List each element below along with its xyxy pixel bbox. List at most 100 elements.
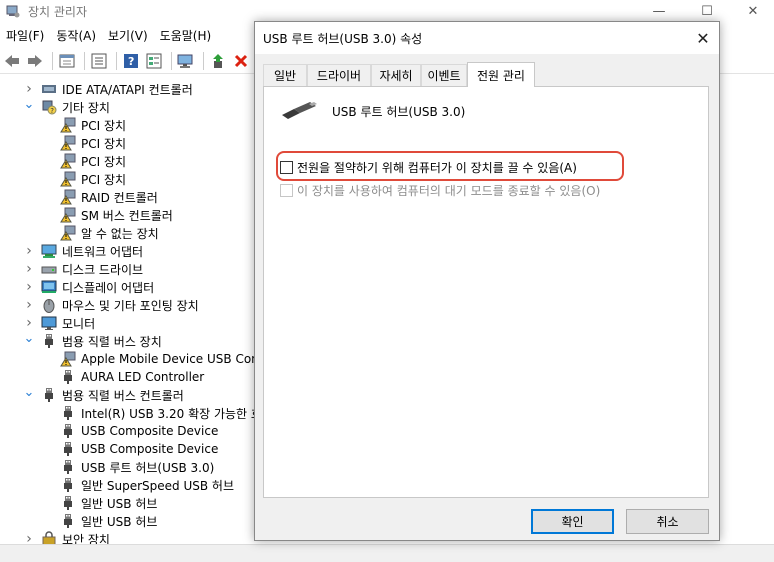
chevron-down-icon[interactable]: ⌄ — [24, 385, 35, 400]
update-driver-icon[interactable] — [208, 51, 228, 71]
svg-text:?: ? — [50, 107, 54, 115]
tree-item-label: IDE ATA/ATAPI 컨트롤러 — [62, 82, 193, 97]
allow-power-off-option[interactable]: 전원을 절약하기 위해 컴퓨터가 이 장치를 끌 수 있음(A) — [280, 159, 577, 176]
tree-item[interactable]: AURA LED Controller — [60, 368, 204, 386]
dialog-title: USB 루트 허브(USB 3.0) 속성 — [263, 31, 423, 46]
allow-wake-checkbox — [280, 184, 293, 197]
tree-item[interactable]: PCI 장치 — [60, 134, 126, 152]
toolbar-divider — [116, 51, 117, 70]
ok-button[interactable]: 확인 — [531, 509, 614, 534]
tree-item[interactable]: Apple Mobile Device USB Comp — [60, 350, 270, 368]
help-icon[interactable]: ? — [121, 51, 141, 71]
tree-item-label: Intel(R) USB 3.20 확장 가능한 호 — [81, 406, 262, 421]
power-management-panel: USB 루트 허브(USB 3.0) 전원을 절약하기 위해 컴퓨터가 이 장치… — [263, 86, 709, 498]
tree-item[interactable]: 디스플레이 어댑터 — [41, 278, 154, 296]
tree-item[interactable]: USB Composite Device — [60, 440, 218, 458]
warning-device-icon — [60, 171, 76, 187]
ide-controller-icon — [41, 81, 57, 97]
tree-item-label: 일반 USB 허브 — [81, 514, 158, 529]
tab-general[interactable]: 일반 — [263, 64, 307, 86]
tree-item-label: 마우스 및 기타 포인팅 장치 — [62, 298, 199, 313]
tree-item[interactable]: 네트워크 어댑터 — [41, 242, 143, 260]
list-icon[interactable] — [89, 51, 109, 71]
menu-file[interactable]: 파일(F) — [0, 27, 50, 44]
tab-driver[interactable]: 드라이버 — [307, 64, 371, 86]
chevron-down-icon[interactable]: ⌄ — [24, 97, 35, 112]
tab-power-management[interactable]: 전원 관리 — [467, 62, 535, 87]
tree-item[interactable]: RAID 컨트롤러 — [60, 188, 158, 206]
chevron-down-icon[interactable]: ⌄ — [24, 331, 35, 346]
title-bar: 장치 관리자 — ☐ ✕ — [0, 0, 774, 22]
tree-item-label: 디스크 드라이브 — [62, 262, 144, 277]
tree-item-label: PCI 장치 — [81, 172, 127, 187]
usb-plug-icon — [60, 459, 76, 475]
tree-item-label: PCI 장치 — [81, 154, 127, 169]
monitor-icon — [41, 315, 57, 331]
warning-device-icon — [60, 225, 76, 241]
chevron-right-icon[interactable]: › — [24, 279, 34, 295]
tree-item[interactable]: 보안 장치 — [41, 530, 110, 544]
back-arrow-icon[interactable] — [2, 51, 22, 71]
tree-item[interactable]: 범용 직렬 버스 장치 — [41, 332, 162, 350]
allow-wake-label: 이 장치를 사용하여 컴퓨터의 대기 모드를 종료할 수 있음(O) — [297, 184, 601, 198]
tree-item[interactable]: PCI 장치 — [60, 152, 126, 170]
tree-item[interactable]: 일반 USB 허브 — [60, 512, 157, 530]
tree-item[interactable]: ? 기타 장치 — [41, 98, 110, 116]
menu-action[interactable]: 동작(A) — [50, 27, 102, 44]
tree-item[interactable]: PCI 장치 — [60, 116, 126, 134]
tree-item-label: 일반 SuperSpeed USB 허브 — [81, 478, 235, 493]
tree-item-label: PCI 장치 — [81, 118, 127, 133]
chevron-right-icon[interactable]: › — [24, 297, 34, 313]
dialog-title-bar: USB 루트 허브(USB 3.0) 속성 — [255, 22, 719, 54]
tree-item-label: 디스플레이 어댑터 — [62, 280, 155, 295]
warning-device-icon — [60, 351, 76, 367]
tree-item[interactable]: 디스크 드라이브 — [41, 260, 143, 278]
chevron-right-icon[interactable]: › — [24, 243, 34, 259]
network-adapter-icon — [41, 243, 57, 259]
tree-item[interactable]: 모니터 — [41, 314, 95, 332]
tree-item[interactable]: USB Composite Device — [60, 422, 218, 440]
chevron-right-icon[interactable]: › — [24, 315, 34, 331]
properties-icon[interactable] — [57, 51, 77, 71]
status-bar — [0, 544, 774, 562]
tree-item[interactable]: 마우스 및 기타 포인팅 장치 — [41, 296, 199, 314]
uninstall-icon[interactable] — [231, 51, 251, 71]
menu-bar: 파일(F) 동작(A) 보기(V) 도움말(H) — [0, 24, 217, 46]
chevron-right-icon[interactable]: › — [24, 261, 34, 277]
tree-item-label: AURA LED Controller — [81, 370, 205, 384]
allow-power-off-checkbox[interactable] — [280, 161, 293, 174]
tab-events[interactable]: 이벤트 — [421, 64, 467, 86]
usb-plug-icon — [60, 513, 76, 529]
dialog-close-button[interactable]: ✕ — [693, 28, 713, 48]
cancel-button[interactable]: 취소 — [626, 509, 709, 534]
warning-device-icon — [60, 153, 76, 169]
tree-item-label: 네트워크 어댑터 — [62, 244, 144, 259]
tree-item[interactable]: SM 버스 컨트롤러 — [60, 206, 173, 224]
chevron-right-icon[interactable]: › — [24, 531, 34, 544]
view-icon[interactable] — [144, 51, 164, 71]
tree-item[interactable]: Intel(R) USB 3.20 확장 가능한 호 — [60, 404, 262, 422]
toolbar-divider — [171, 51, 172, 70]
tree-item[interactable]: USB 루트 허브(USB 3.0) — [60, 458, 214, 476]
close-button[interactable]: ✕ — [730, 0, 774, 22]
tree-item-label: 기타 장치 — [62, 100, 110, 115]
menu-help[interactable]: 도움말(H) — [154, 27, 218, 44]
tree-item[interactable]: IDE ATA/ATAPI 컨트롤러 — [41, 80, 193, 98]
tree-item[interactable]: PCI 장치 — [60, 170, 126, 188]
tree-item[interactable]: 일반 SuperSpeed USB 허브 — [60, 476, 234, 494]
tree-item-label: 알 수 없는 장치 — [81, 226, 159, 241]
warning-device-icon — [60, 135, 76, 151]
tree-item[interactable]: 일반 USB 허브 — [60, 494, 157, 512]
tree-item[interactable]: 범용 직렬 버스 컨트롤러 — [41, 386, 184, 404]
tab-details[interactable]: 자세히 — [371, 64, 421, 86]
tree-item-label: USB Composite Device — [81, 424, 219, 438]
forward-arrow-icon[interactable] — [25, 51, 45, 71]
chevron-right-icon[interactable]: › — [24, 81, 34, 97]
toolbar-divider — [52, 51, 53, 70]
tree-item[interactable]: 알 수 없는 장치 — [60, 224, 159, 242]
scan-icon[interactable] — [176, 51, 196, 71]
device-name: USB 루트 허브(USB 3.0) — [332, 104, 466, 119]
minimize-button[interactable]: — — [636, 0, 682, 22]
menu-view[interactable]: 보기(V) — [102, 27, 154, 44]
maximize-button[interactable]: ☐ — [684, 0, 730, 22]
